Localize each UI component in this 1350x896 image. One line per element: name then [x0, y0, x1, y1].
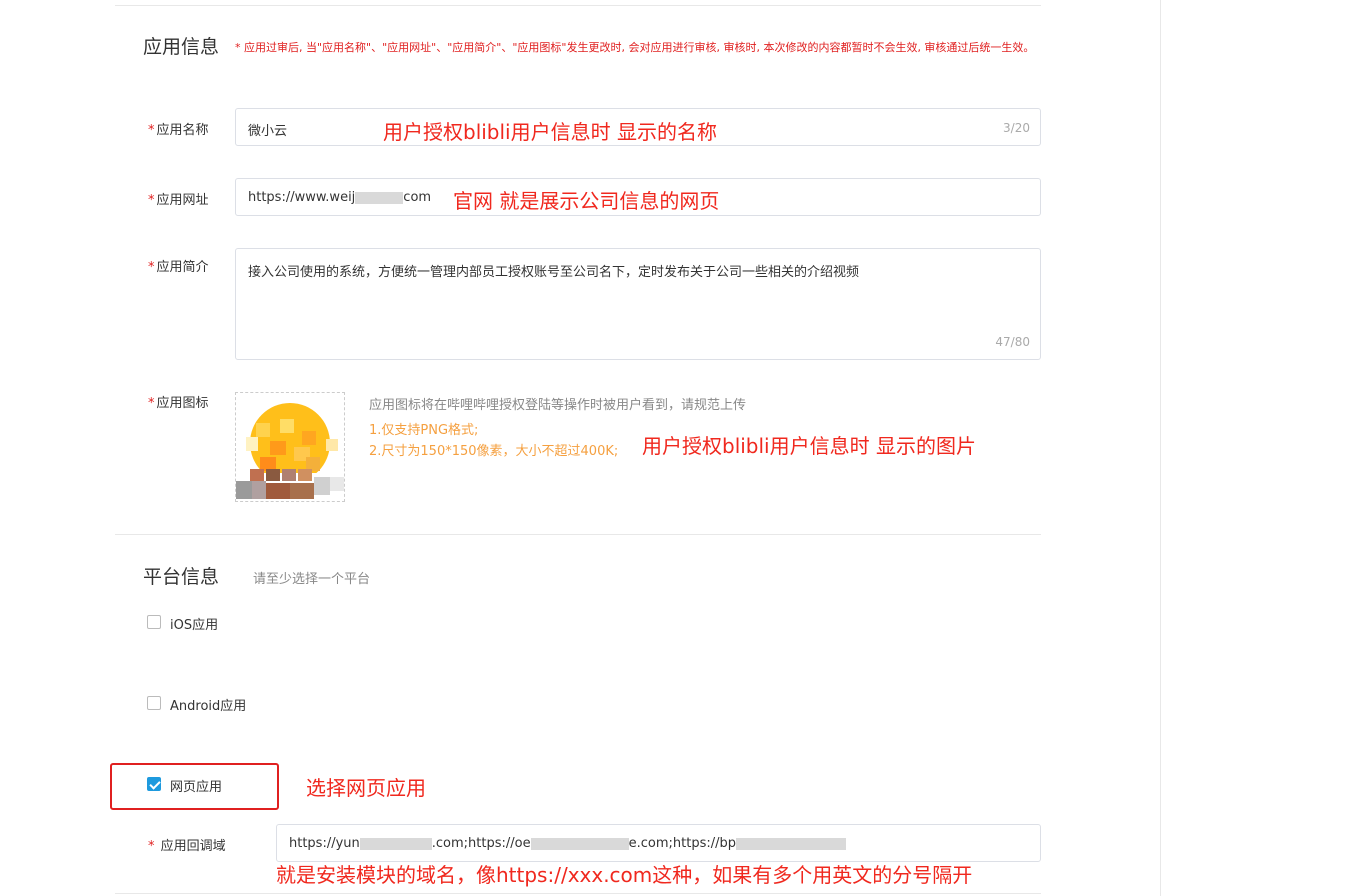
android-label[interactable]: Android应用	[170, 695, 246, 714]
app-icon-label: * 应用图标	[148, 396, 209, 411]
app-intro-count: 47/80	[995, 335, 1030, 349]
callback-input[interactable]: https://yun .com;https://oe e.com;https://…	[276, 824, 1041, 862]
redacted-blur	[355, 191, 404, 204]
annotation-icon: 用户授权blibli用户信息时 显示的图片	[642, 434, 976, 458]
app-icon-image	[236, 403, 344, 501]
redacted-blur-3	[736, 837, 846, 850]
app-icon-upload[interactable]	[235, 392, 345, 502]
redacted-blur-2	[530, 837, 629, 850]
redacted-blur-1	[359, 837, 432, 850]
android-checkbox[interactable]	[147, 696, 161, 710]
app-intro-textarea[interactable]: 接入公司使用的系统，方便统一管理内部员工授权账号至公司名下，定时发布关于公司一些…	[235, 248, 1041, 360]
platform-title: 平台信息	[143, 566, 220, 588]
annotation-url: 官网 就是展示公司信息的网页	[453, 189, 720, 213]
annotation-web: 选择网页应用	[306, 776, 426, 800]
right-panel-divider	[1160, 0, 1161, 896]
ios-label[interactable]: iOS应用	[170, 614, 218, 633]
ios-checkbox[interactable]	[147, 615, 161, 629]
app-icon-hint: 应用图标将在哔哩哔哩授权登陆等操作时被用户看到，请规范上传	[369, 398, 747, 413]
app-icon-rule-2: 2.尺寸为150*150像素，大小不超过400K;	[369, 444, 619, 459]
platform-hint: 请至少选择一个平台	[253, 572, 371, 587]
web-checkbox[interactable]	[147, 777, 161, 791]
app-intro-label: * 应用简介	[148, 260, 209, 275]
app-name-value: 微小云	[248, 124, 288, 139]
app-name-label: * 应用名称	[148, 123, 209, 138]
app-name-count: 3/20	[1003, 121, 1030, 135]
web-label[interactable]: 网页应用	[170, 776, 222, 795]
app-info-notice: * 应用过审后, 当"应用名称"、"应用网址"、"应用简介"、"应用图标"发生更…	[235, 41, 1035, 54]
app-url-value: https://www.weij com	[248, 190, 432, 205]
top-divider	[115, 5, 1041, 6]
section-divider	[115, 534, 1041, 535]
app-url-label: * 应用网址	[148, 193, 209, 208]
callback-label: * 应用回调域	[148, 839, 226, 854]
app-icon-rule-1: 1.仅支持PNG格式;	[369, 423, 479, 438]
annotation-name: 用户授权blibli用户信息时 显示的名称	[383, 120, 717, 144]
annotation-callback: 就是安装模块的域名，像https://xxx.com这种，如果有多个用英文的分号…	[276, 863, 973, 887]
bottom-divider	[115, 893, 1041, 894]
callback-value: https://yun .com;https://oe e.com;https://…	[289, 836, 846, 851]
app-intro-value: 接入公司使用的系统，方便统一管理内部员工授权账号至公司名下，定时发布关于公司一些…	[248, 265, 860, 280]
